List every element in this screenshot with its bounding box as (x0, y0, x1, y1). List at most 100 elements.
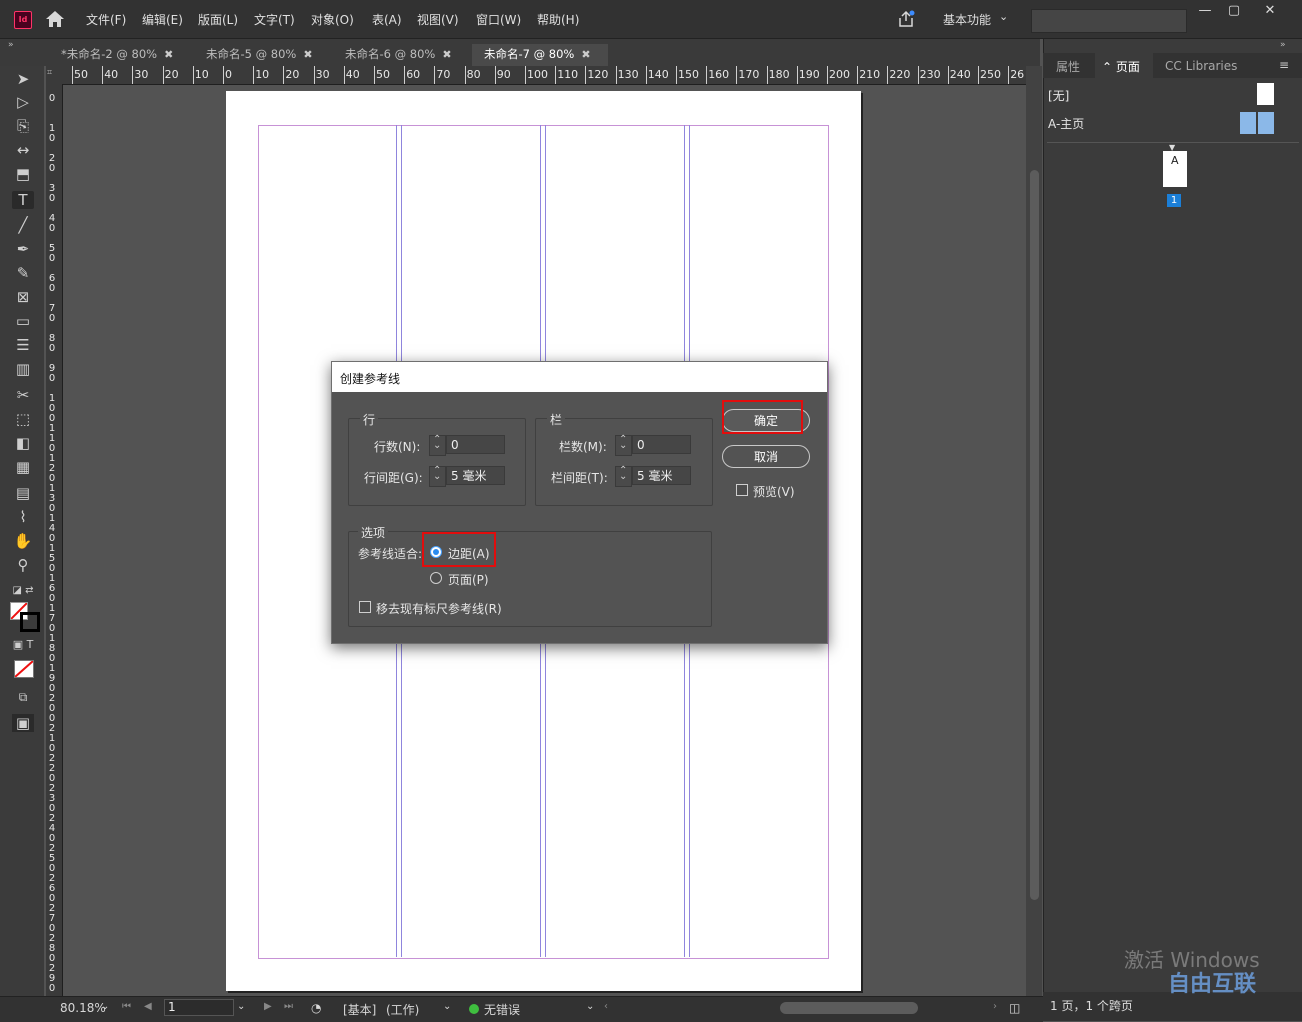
content-collector-icon[interactable]: ⬒ (12, 165, 34, 183)
cols-count-stepper[interactable] (615, 434, 632, 456)
gradient-swatch-tool-icon[interactable]: ◧ (12, 434, 34, 452)
zoom-dropdown-icon[interactable]: ⌄ (101, 1001, 109, 1012)
scroll-right-icon[interactable]: › (993, 1001, 997, 1012)
tab-doc-7[interactable]: 未命名-7 @ 80% ✖ (484, 46, 591, 67)
menu-table[interactable]: 表(A) (372, 11, 402, 28)
collapse-panel-icon[interactable]: » (1280, 40, 1286, 50)
dialog-titlebar[interactable]: 创建参考线 (332, 362, 827, 392)
pen-tool-icon[interactable]: ✒ (12, 240, 34, 258)
next-page-icon[interactable]: ▶ (264, 1001, 272, 1012)
search-input[interactable] (1031, 9, 1187, 33)
maximize-icon[interactable]: ▢ (1220, 3, 1248, 19)
tab-close-icon[interactable]: ✖ (581, 48, 590, 61)
master-none-thumb[interactable] (1257, 83, 1274, 105)
menu-edit[interactable]: 编辑(E) (142, 11, 183, 28)
direct-selection-tool-icon[interactable]: ▷ (12, 93, 34, 111)
rows-count-field[interactable]: 0 (446, 435, 505, 454)
page-number-field[interactable]: 1 (164, 999, 234, 1016)
cols-gutter-field[interactable]: 5 毫米 (632, 466, 691, 485)
page-dropdown-icon[interactable]: ⌄ (237, 1001, 245, 1012)
menu-object[interactable]: 对象(O) (311, 11, 354, 28)
open-file-icon[interactable]: ◔ (311, 1001, 321, 1015)
base-master[interactable]: [基本] (343, 1001, 376, 1018)
master-a-thumb-right[interactable] (1258, 112, 1274, 134)
minimize-icon[interactable]: — (1191, 3, 1219, 19)
workspace-chevron-icon[interactable]: ⌄ (999, 10, 1008, 23)
remove-guides-checkbox[interactable] (359, 601, 371, 613)
collapse-toolbar-icon[interactable]: » (8, 40, 14, 50)
zoom-tool-icon[interactable]: ⚲ (12, 556, 34, 574)
cols-gutter-stepper[interactable] (615, 465, 632, 487)
line-tool-icon[interactable]: ╱ (12, 216, 34, 234)
menu-type[interactable]: 文字(T) (254, 11, 295, 28)
menu-view[interactable]: 视图(V) (417, 11, 459, 28)
tab-close-icon[interactable]: ✖ (164, 48, 173, 61)
fit-page-radio[interactable] (430, 572, 442, 584)
rows-gutter-field[interactable]: 5 毫米 (446, 466, 505, 485)
gradient-feather-tool-icon[interactable]: ▦ (12, 458, 34, 476)
formatting-container-icon[interactable]: ▣ T (12, 636, 34, 654)
panel-menu-icon[interactable]: ≡ (1279, 58, 1289, 72)
menu-layout[interactable]: 版面(L) (198, 11, 238, 28)
horizontal-scroll-thumb[interactable] (780, 1002, 918, 1014)
rectangle-tool-icon[interactable]: ▭ (12, 312, 34, 330)
horizontal-grid-icon[interactable]: ☰ (12, 336, 34, 354)
mode-dropdown-icon[interactable]: ⌄ (443, 1001, 451, 1012)
share-icon[interactable] (896, 9, 916, 29)
preview-checkbox[interactable] (736, 484, 748, 496)
default-colors-icon[interactable]: ◪ ⇄ (12, 582, 34, 600)
screen-mode-icon[interactable]: ▣ (12, 714, 34, 732)
fit-page-label[interactable]: 页面(P) (448, 571, 489, 588)
pencil-tool-icon[interactable]: ✎ (12, 264, 34, 282)
vertical-scroll-thumb[interactable] (1030, 170, 1039, 900)
last-page-icon[interactable]: ⏭ (284, 1001, 293, 1012)
rectangle-frame-tool-icon[interactable]: ⊠ (12, 288, 34, 306)
tab-close-icon[interactable]: ✖ (303, 48, 312, 61)
eyedropper-tool-icon[interactable]: ⌇ (12, 508, 34, 526)
master-a[interactable]: A-主页 (1048, 115, 1084, 132)
tab-doc-2[interactable]: *未命名-2 @ 80% ✖ (61, 46, 173, 67)
view-mode-icon[interactable]: ⧉ (12, 688, 34, 706)
page-tool-icon[interactable]: ⎘ (12, 117, 34, 135)
master-a-thumb-left[interactable] (1240, 112, 1256, 134)
tab-doc-6[interactable]: 未命名-6 @ 80% ✖ (345, 46, 452, 67)
preview-label[interactable]: 预览(V) (753, 483, 795, 500)
cols-count-field[interactable]: 0 (632, 435, 691, 454)
ruler-origin-icon[interactable]: ⌗ (47, 68, 52, 78)
work-mode[interactable]: (工作) (386, 1001, 419, 1018)
vertical-grid-icon[interactable]: ▥ (12, 360, 34, 378)
rows-count-stepper[interactable] (429, 434, 446, 456)
free-transform-tool-icon[interactable]: ⬚ (12, 410, 34, 428)
gap-tool-icon[interactable]: ↔ (12, 141, 34, 159)
menu-file[interactable]: 文件(F) (86, 11, 126, 28)
zoom-level[interactable]: 80.18% (60, 1001, 106, 1015)
menu-help[interactable]: 帮助(H) (537, 11, 579, 28)
hand-tool-icon[interactable]: ✋ (12, 532, 34, 550)
remove-guides-label[interactable]: 移去现有标尺参考线(R) (376, 600, 502, 617)
master-none[interactable]: [无] (1048, 87, 1069, 104)
close-icon[interactable]: ✕ (1256, 3, 1284, 19)
type-tool-icon[interactable]: T (12, 191, 34, 209)
selection-tool-icon[interactable]: ➤ (12, 70, 34, 88)
menu-window[interactable]: 窗口(W) (476, 11, 521, 28)
apply-none-icon[interactable] (14, 660, 34, 678)
cancel-button[interactable]: 取消 (722, 445, 810, 468)
tab-doc-5[interactable]: 未命名-5 @ 80% ✖ (206, 46, 313, 67)
scroll-left-icon[interactable]: ‹ (604, 1001, 608, 1012)
note-tool-icon[interactable]: ▤ (12, 484, 34, 502)
page-thumbnail[interactable]: A (1163, 151, 1187, 187)
rows-gutter-stepper[interactable] (429, 465, 446, 487)
preflight-status[interactable]: 无错误 (484, 1001, 520, 1018)
tab-cc-libraries[interactable]: CC Libraries (1165, 59, 1237, 73)
split-view-icon[interactable]: ◫ (1009, 1001, 1020, 1015)
tab-pages[interactable]: ⌃ 页面 (1102, 58, 1140, 75)
prev-page-icon[interactable]: ◀ (144, 1001, 152, 1012)
workspace-switcher[interactable]: 基本功能 (943, 11, 991, 28)
tab-properties[interactable]: 属性 (1056, 58, 1080, 75)
preflight-dropdown-icon[interactable]: ⌄ (586, 1001, 594, 1012)
stroke-swatch-icon[interactable] (20, 612, 40, 632)
home-icon[interactable] (44, 10, 66, 28)
scissors-tool-icon[interactable]: ✂ (12, 386, 34, 404)
tab-close-icon[interactable]: ✖ (442, 48, 451, 61)
first-page-icon[interactable]: ⏮ (122, 1001, 131, 1012)
